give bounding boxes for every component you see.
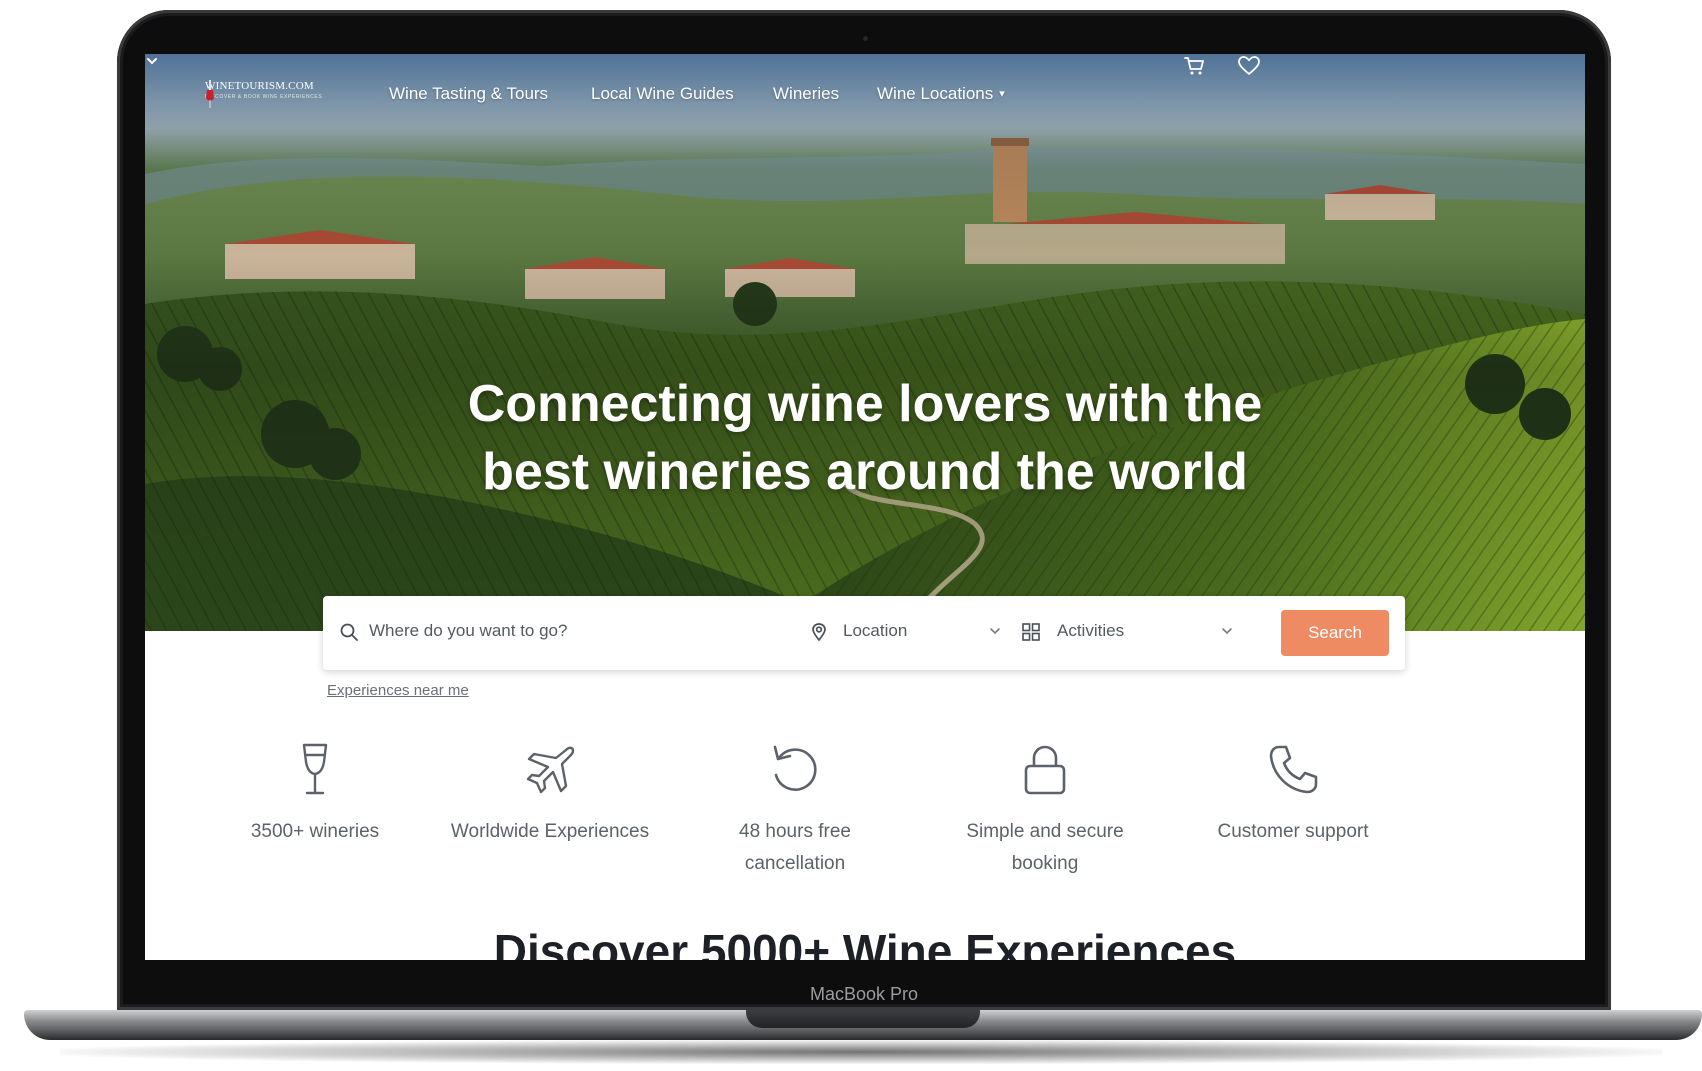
chevron-down-icon: ▾ <box>999 88 1005 100</box>
chevron-down-icon[interactable] <box>145 54 159 68</box>
hero-headline: Connecting wine lovers with the best win… <box>395 370 1335 506</box>
feature-label: 3500+ wineries <box>205 816 425 848</box>
feature-label-line2: cancellation <box>744 853 846 874</box>
search-bar: Where do you want to go? Location Activi… <box>323 596 1405 670</box>
feature-cancellation: 48 hours free cancellation <box>685 742 905 880</box>
experiences-near-me-link[interactable]: Experiences near me <box>327 682 469 699</box>
phone-icon <box>1269 745 1318 794</box>
airplane-icon <box>526 746 575 794</box>
feature-customer-support: Customer support <box>1183 742 1403 848</box>
device-label: MacBook Pro <box>809 984 919 1004</box>
lock-icon <box>1024 745 1066 795</box>
nav-link-wine-tasting-tours[interactable]: Wine Tasting & Tours <box>389 84 548 104</box>
feature-label: Simple and secure booking <box>935 816 1155 880</box>
location-pin-icon <box>812 623 826 642</box>
cart-icon[interactable] <box>1183 54 1207 78</box>
feature-label: Customer support <box>1183 816 1403 848</box>
logo-tagline: DISCOVER & BOOK WINE EXPERIENCES <box>205 94 323 100</box>
feature-label: 48 hours free cancellation <box>685 816 905 880</box>
wine-bottle-logo-icon <box>206 80 214 108</box>
activities-select[interactable]: Activities <box>1057 621 1124 641</box>
wine-glass-icon <box>302 743 328 795</box>
location-chevron-down-icon[interactable] <box>989 625 1001 637</box>
browser-screen: WINETOURISM.COM DISCOVER & BOOK WINE EXP… <box>145 54 1585 960</box>
laptop-shadow <box>60 1040 1662 1064</box>
hero-headline-line1: Connecting wine lovers with the <box>467 375 1263 433</box>
feature-label-line1: Simple and secure <box>966 821 1124 842</box>
activities-chevron-down-icon[interactable] <box>1221 625 1233 637</box>
feature-secure-booking: Simple and secure booking <box>935 742 1155 880</box>
search-icon <box>340 623 358 641</box>
top-navigation: WINETOURISM.COM DISCOVER & BOOK WINE EXP… <box>145 54 1585 140</box>
search-button[interactable]: Search <box>1281 610 1389 656</box>
nav-link-wine-locations-label: Wine Locations <box>877 84 994 103</box>
feature-label-line1: 48 hours free <box>739 821 851 842</box>
feature-label-line1: Customer support <box>1217 821 1369 842</box>
refresh-icon <box>773 745 817 791</box>
laptop-notch <box>746 1010 980 1028</box>
logo-text: WINETOURISM.COM DISCOVER & BOOK WINE EXP… <box>205 80 322 100</box>
hero-section: WINETOURISM.COM DISCOVER & BOOK WINE EXP… <box>145 54 1585 631</box>
search-input[interactable]: Where do you want to go? <box>369 621 567 641</box>
logo-name: WINETOURISM.COM <box>205 80 314 92</box>
nav-link-wine-locations[interactable]: Wine Locations ▾ <box>877 84 1005 104</box>
feature-label: Worldwide Experiences <box>440 816 660 848</box>
location-select[interactable]: Location <box>843 621 907 641</box>
heart-icon[interactable] <box>1237 54 1261 78</box>
camera-dot <box>863 36 868 41</box>
site-logo[interactable]: WINETOURISM.COM DISCOVER & BOOK WINE EXP… <box>205 80 322 108</box>
feature-wineries: 3500+ wineries <box>205 742 425 848</box>
feature-label-line2: booking <box>1011 853 1079 874</box>
grid-icon <box>1022 623 1040 641</box>
section-heading: Discover 5000+ Wine Experiences <box>493 925 1237 960</box>
nav-link-wineries[interactable]: Wineries <box>773 84 839 104</box>
nav-link-local-wine-guides[interactable]: Local Wine Guides <box>591 84 734 104</box>
feature-worldwide: Worldwide Experiences <box>440 742 660 848</box>
feature-label-line1: 3500+ wineries <box>250 821 380 842</box>
vineyard-landscape-image <box>145 54 1585 631</box>
hero-headline-line2: best wineries around the world <box>482 443 1248 501</box>
feature-label-line1: Worldwide Experiences <box>450 821 650 842</box>
